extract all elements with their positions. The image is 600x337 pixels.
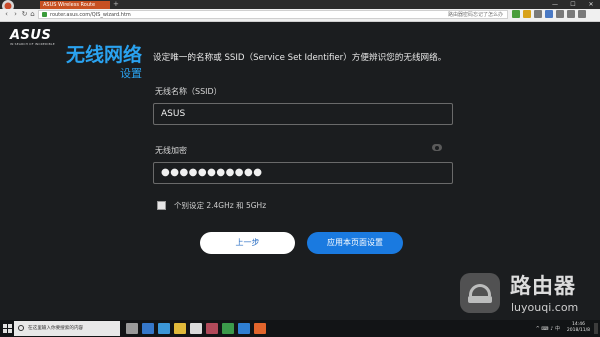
window-controls: — ☐ ✕	[546, 0, 600, 9]
extension-icons	[512, 10, 586, 18]
page-title: 无线网络	[65, 44, 142, 66]
new-tab-button[interactable]: +	[113, 0, 119, 9]
search-icon	[18, 325, 24, 331]
wireless-key-input[interactable]: ●●●●●●●●●●●	[153, 162, 453, 184]
store-icon[interactable]	[190, 323, 202, 334]
apply-settings-button[interactable]: 应用本页面设置	[307, 232, 403, 254]
system-tray[interactable]: ^ ⌨ ♪ 中	[536, 325, 560, 332]
page-heading: 无线网络 设置	[62, 44, 142, 80]
asus-logo: ASUS	[10, 28, 52, 43]
extension-icon[interactable]	[545, 10, 553, 18]
task-view-icon[interactable]	[126, 323, 138, 334]
page-subtitle: 设置	[120, 67, 142, 80]
app-icon[interactable]	[206, 323, 218, 334]
taskbar: 在这里输入你要搜索的内容 ^ ⌨ ♪ 中 14:46 2018/11/8	[0, 320, 600, 337]
watermark-title: 路由器	[510, 274, 576, 298]
url-text: router.asus.com/QIS_wizard.htm	[50, 12, 131, 18]
wireless-key-label: 无线加密	[155, 146, 187, 155]
app-icon[interactable]	[238, 323, 250, 334]
page-description: 设定唯一的名称或 SSID（Service Set Identifier）方便辨…	[153, 53, 447, 63]
taskbar-search-input[interactable]: 在这里输入你要搜索的内容	[14, 321, 120, 336]
clock-date: 2018/11/8	[566, 328, 590, 333]
forward-button[interactable]: ›	[11, 10, 20, 19]
extension-icon[interactable]	[523, 10, 531, 18]
ssid-input[interactable]: ASUS	[153, 103, 453, 125]
url-input[interactable]: router.asus.com/QIS_wizard.htm 路由器密码忘记了怎…	[38, 10, 508, 19]
separate-bands-label: 个别设定 2.4GHz 和 5GHz	[174, 201, 267, 210]
wechat-icon[interactable]	[222, 323, 234, 334]
ie-icon[interactable]	[158, 323, 170, 334]
maximize-button[interactable]: ☐	[564, 0, 582, 9]
lock-icon	[42, 12, 47, 17]
browser-tab-bar: ASUS Wireless Route + — ☐ ✕	[0, 0, 600, 15]
asus-tagline: IN SEARCH OF INCREDIBLE	[10, 42, 55, 46]
close-window-button[interactable]: ✕	[582, 0, 600, 9]
file-explorer-icon[interactable]	[174, 323, 186, 334]
extension-icon[interactable]	[534, 10, 542, 18]
taskbar-apps	[126, 323, 266, 334]
ssid-label: 无线名称（SSID）	[155, 87, 222, 96]
extension-icon[interactable]	[556, 10, 564, 18]
minimize-button[interactable]: —	[546, 0, 564, 9]
clock[interactable]: 14:46 2018/11/8	[567, 322, 590, 334]
show-password-icon[interactable]	[432, 144, 442, 151]
address-bar-row: ‹ › ↻ ⌂ router.asus.com/QIS_wizard.htm 路…	[0, 9, 600, 22]
separate-bands-checkbox[interactable]	[157, 201, 166, 210]
taskbar-search-placeholder: 在这里输入你要搜索的内容	[28, 326, 84, 331]
watermark-router-icon	[460, 273, 500, 313]
watermark-url: luyouqi.com	[511, 301, 579, 314]
extension-icon[interactable]	[567, 10, 575, 18]
address-search-hint[interactable]: 路由器密码忘记了怎么办	[448, 11, 503, 19]
menu-icon[interactable]	[578, 10, 586, 18]
back-button[interactable]: ‹	[2, 10, 11, 19]
extension-icon[interactable]	[512, 10, 520, 18]
edge-icon[interactable]	[142, 323, 154, 334]
browser-taskbar-icon[interactable]	[254, 323, 266, 334]
previous-button[interactable]: 上一步	[200, 232, 295, 254]
show-desktop-button[interactable]	[594, 323, 598, 334]
browser-tab[interactable]: ASUS Wireless Route	[40, 1, 110, 9]
home-button[interactable]: ⌂	[28, 10, 37, 19]
windows-start-icon[interactable]	[3, 324, 12, 333]
